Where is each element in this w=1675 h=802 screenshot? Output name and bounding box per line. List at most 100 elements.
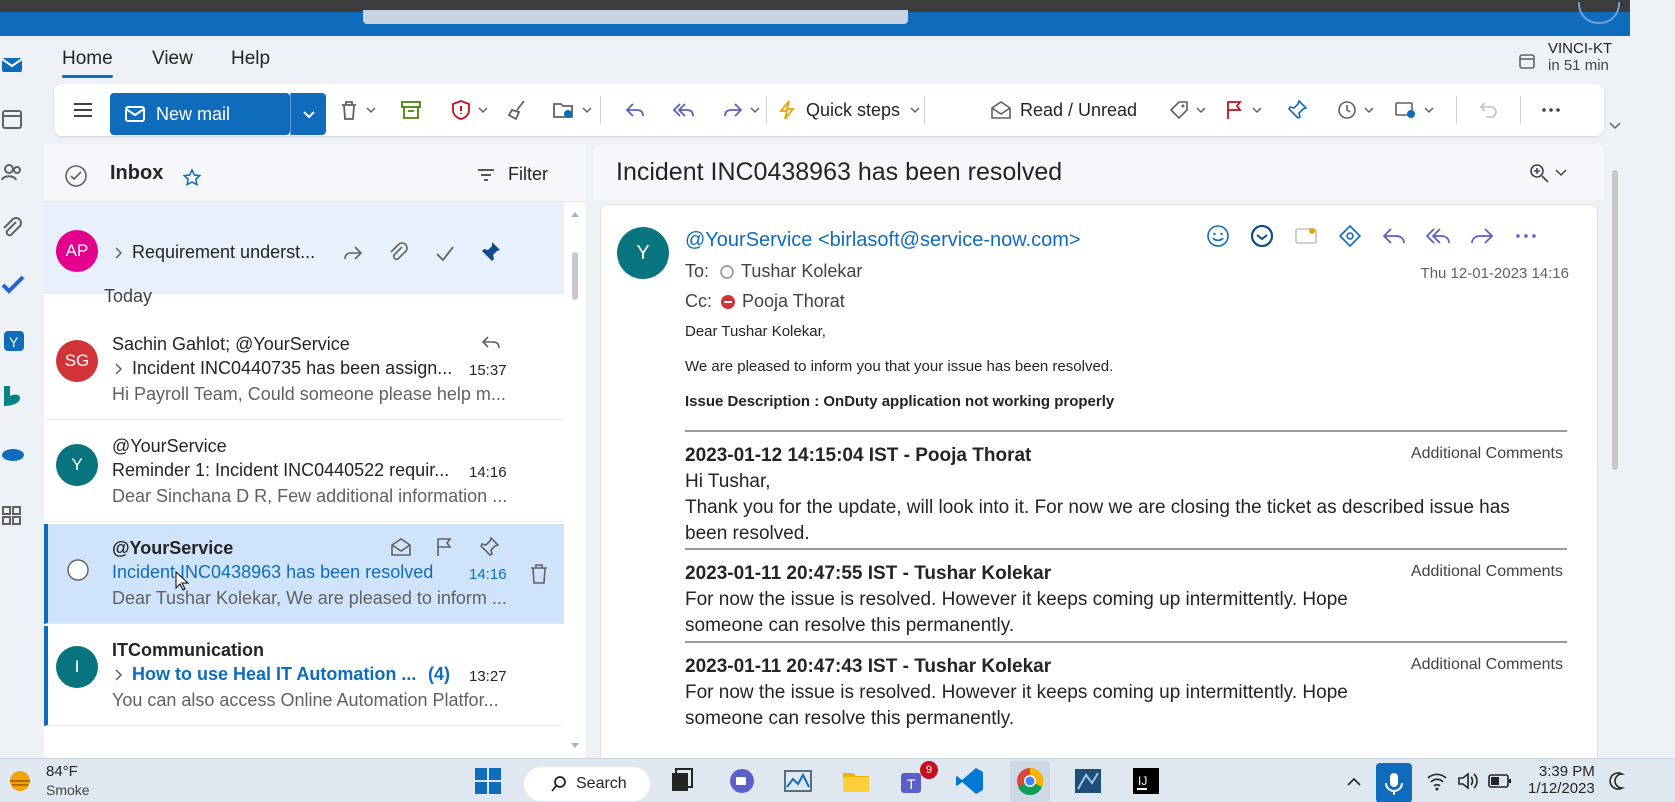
task-view-icon[interactable] [666, 765, 698, 797]
todo-icon[interactable] [0, 272, 26, 298]
list-item[interactable]: SG Sachin Gahlot; @YourService Incident … [44, 320, 564, 420]
weather-widget[interactable]: 84°F Smoke [46, 763, 90, 798]
list-item[interactable]: Y @YourService Reminder 1: Incident INC0… [44, 422, 564, 522]
chevron-up-icon[interactable] [1346, 775, 1362, 787]
flag-icon[interactable] [434, 536, 456, 558]
presence-offline-icon [720, 264, 734, 279]
meeting-reminder[interactable]: VINCI-KT in 51 min [1548, 40, 1658, 74]
vscode-icon[interactable] [954, 765, 986, 797]
reply-all-icon[interactable] [1425, 223, 1451, 249]
chrome-icon[interactable] [1014, 765, 1046, 797]
report-button[interactable] [450, 84, 488, 136]
teams-chat-icon[interactable] [726, 765, 758, 797]
tab-help[interactable]: Help [231, 48, 270, 70]
wifi-icon[interactable] [1426, 771, 1448, 791]
mail-compose-icon [125, 106, 145, 122]
scroll-up-icon[interactable] [570, 210, 580, 218]
volume-icon[interactable] [1456, 771, 1480, 791]
forward-button[interactable] [722, 84, 760, 136]
chevron-right-icon[interactable] [114, 362, 124, 376]
to-recipient[interactable]: Tushar Kolekar [741, 261, 862, 282]
monitor-app-icon[interactable] [782, 765, 814, 797]
envelope-open-icon[interactable] [390, 536, 412, 558]
select-all-icon[interactable] [64, 164, 88, 188]
chevron-right-icon[interactable] [114, 668, 124, 682]
delete-button[interactable] [338, 84, 376, 136]
account-avatar[interactable] [1578, 2, 1620, 24]
read-unread-button[interactable]: Read / Unread [990, 84, 1137, 136]
cc-recipient[interactable]: Pooja Thorat [742, 291, 845, 312]
card-icon[interactable] [1293, 223, 1319, 249]
start-icon[interactable] [472, 765, 504, 797]
mail-icon[interactable] [0, 52, 26, 78]
scroll-down-icon[interactable] [570, 742, 580, 750]
read-unread-label: Read / Unread [1020, 99, 1138, 120]
mic-active-indicator[interactable] [1376, 763, 1412, 802]
check-icon[interactable] [434, 242, 456, 264]
clock[interactable]: 3:39 PM 1/12/2023 [1528, 763, 1595, 797]
list-item-pinned[interactable]: AP Requirement underst... [44, 202, 564, 294]
select-checkbox-icon[interactable] [66, 558, 90, 582]
search-box[interactable] [363, 10, 908, 24]
tag-button[interactable] [1168, 84, 1206, 136]
chevron-down-icon[interactable] [1554, 166, 1568, 180]
moon-icon[interactable] [1608, 771, 1628, 791]
more-options-button[interactable] [1540, 84, 1562, 136]
people-icon[interactable] [0, 160, 26, 186]
zoom-icon[interactable] [1528, 162, 1550, 184]
menu-button[interactable] [72, 84, 94, 136]
tag-icon [1169, 101, 1188, 120]
new-mail-dropdown[interactable] [290, 93, 326, 135]
pin-button[interactable] [1286, 84, 1308, 136]
calendar-icon[interactable] [0, 106, 26, 132]
reply-all-button[interactable] [672, 84, 696, 136]
undo-button[interactable] [1478, 84, 1500, 136]
list-item[interactable]: I ITCommunication How to use Heal IT Aut… [44, 626, 564, 726]
chevron-right-icon[interactable] [114, 246, 124, 260]
apps-icon[interactable] [0, 504, 26, 530]
yammer-icon[interactable]: Y [0, 328, 26, 354]
new-mail-button[interactable]: New mail [110, 93, 290, 135]
reply-button[interactable] [624, 84, 646, 136]
trash-icon[interactable] [528, 562, 550, 586]
network-app-icon[interactable] [1072, 765, 1104, 797]
tab-home[interactable]: Home [62, 48, 113, 78]
attachment-icon[interactable] [0, 216, 26, 242]
star-icon[interactable] [182, 168, 202, 188]
more-icon[interactable] [1513, 223, 1539, 249]
bookings-icon[interactable] [0, 384, 26, 410]
attachment-icon[interactable] [388, 242, 410, 264]
taskbar-search[interactable]: Search [524, 767, 650, 801]
snooze-button[interactable] [1336, 84, 1374, 136]
intellij-icon[interactable]: IJ [1130, 765, 1162, 797]
sweep-button[interactable] [506, 84, 528, 136]
list-scrollbar[interactable] [572, 252, 578, 300]
flag-button[interactable] [1224, 84, 1262, 136]
list-item-selected[interactable]: @YourService Incident INC0438963 has bee… [44, 524, 564, 624]
new-mail-label: New mail [156, 103, 231, 124]
pin-icon[interactable] [478, 240, 502, 264]
reading-scrollbar[interactable] [1612, 170, 1618, 470]
forward-icon[interactable] [342, 242, 364, 264]
onedrive-icon[interactable] [0, 440, 26, 466]
quick-steps-button[interactable]: Quick steps [776, 84, 920, 136]
sender-address[interactable]: @YourService <birlasoft@service-now.com> [685, 229, 1081, 252]
battery-icon[interactable] [1488, 773, 1512, 789]
tab-view[interactable]: View [152, 48, 193, 70]
loop-icon[interactable] [1337, 223, 1363, 249]
filter-button[interactable]: Filter [476, 164, 548, 185]
emoji-icon[interactable] [1205, 223, 1231, 249]
forward-icon[interactable] [1469, 223, 1495, 249]
ribbon-collapse-icon[interactable] [1608, 118, 1622, 132]
weather-icon[interactable] [6, 767, 34, 795]
rules-button[interactable] [1394, 84, 1434, 136]
svg-text:Y: Y [9, 334, 19, 350]
archive-button[interactable] [400, 84, 422, 136]
reply-icon[interactable] [1381, 223, 1407, 249]
taskbar-search-label: Search [576, 775, 627, 792]
file-explorer-icon[interactable] [840, 765, 872, 797]
viva-icon[interactable] [1249, 223, 1275, 249]
comment-header: 2023-01-11 20:47:43 IST - Tushar Kolekar [685, 656, 1052, 677]
pin-icon[interactable] [478, 536, 500, 558]
move-to-button[interactable] [552, 84, 592, 136]
